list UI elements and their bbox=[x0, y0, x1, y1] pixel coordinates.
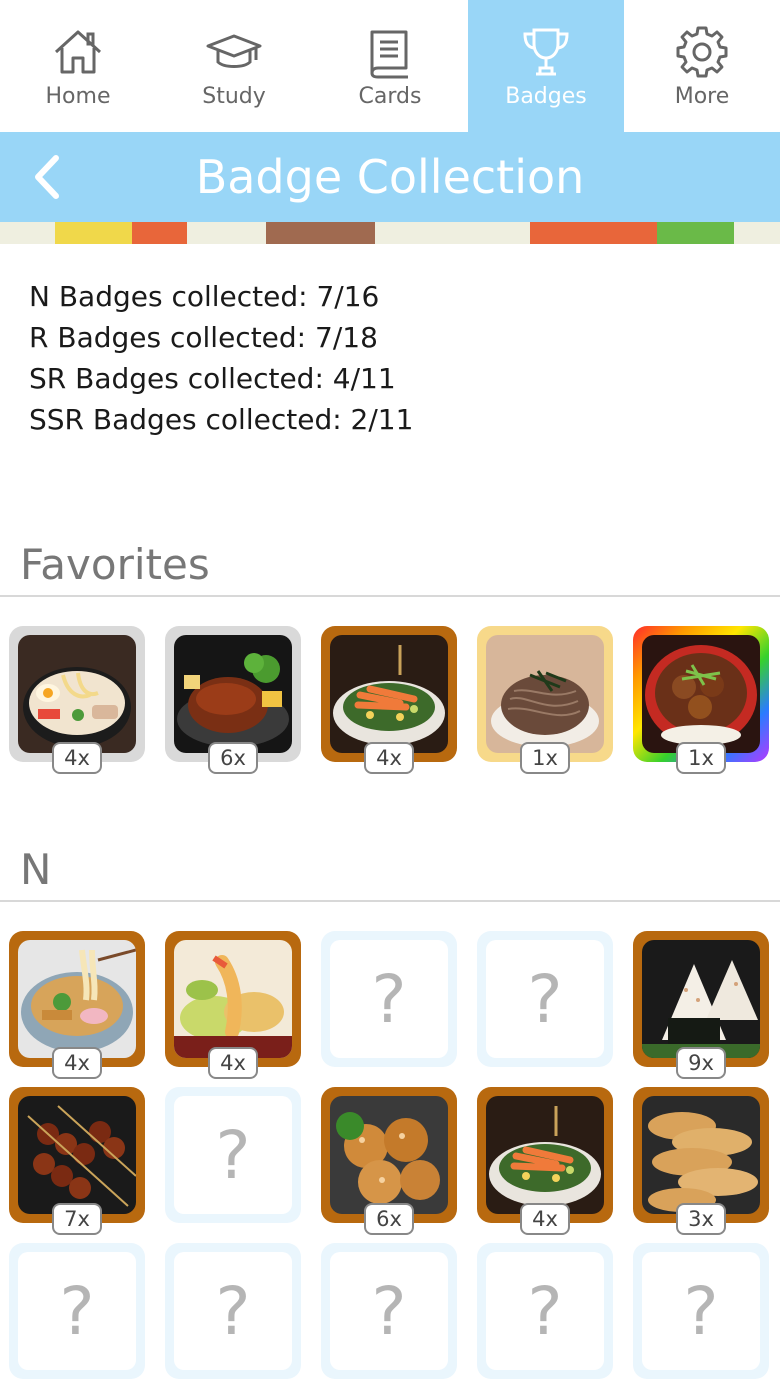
badge-count: 4x bbox=[52, 742, 102, 774]
badge-count: 9x bbox=[676, 1047, 726, 1079]
badge-count: 7x bbox=[52, 1203, 102, 1235]
badge-count: 3x bbox=[676, 1203, 726, 1235]
n-badge-7[interactable]: ? bbox=[165, 1087, 301, 1223]
beef-bowl-image bbox=[642, 635, 760, 753]
tab-bar: Home Study Cards Badges More bbox=[0, 0, 780, 132]
n-badge-9[interactable]: 4x bbox=[477, 1087, 613, 1235]
favorite-badge-4[interactable]: 1x bbox=[477, 626, 613, 774]
favorite-badge-5[interactable]: 1x bbox=[633, 626, 769, 774]
question-mark-icon: ? bbox=[683, 1272, 719, 1350]
n-badge-12[interactable]: ? bbox=[165, 1243, 301, 1379]
tab-study-label: Study bbox=[202, 84, 266, 109]
question-mark-icon: ? bbox=[371, 960, 407, 1038]
locked-badge-slot: ? bbox=[486, 940, 604, 1058]
yakitori-image bbox=[18, 1096, 136, 1214]
badge-count: 1x bbox=[676, 742, 726, 774]
question-mark-icon: ? bbox=[59, 1272, 95, 1350]
home-icon bbox=[54, 30, 102, 74]
tab-badges[interactable]: Badges bbox=[468, 0, 624, 132]
n-badge-14[interactable]: ? bbox=[477, 1243, 613, 1379]
collection-stats: N Badges collected: 7/16 R Badges collec… bbox=[29, 276, 413, 440]
favorites-divider bbox=[0, 595, 780, 597]
graduation-cap-icon bbox=[206, 34, 262, 68]
question-mark-icon: ? bbox=[215, 1272, 251, 1350]
question-mark-icon: ? bbox=[527, 1272, 563, 1350]
stat-n: N Badges collected: 7/16 bbox=[29, 280, 380, 313]
question-mark-icon: ? bbox=[215, 1116, 251, 1194]
favorites-heading: Favorites bbox=[20, 540, 210, 589]
decorative-stripe bbox=[0, 222, 780, 244]
tab-more-label: More bbox=[674, 84, 730, 109]
locked-badge-slot: ? bbox=[486, 1252, 604, 1370]
page-header: Badge Collection bbox=[0, 132, 780, 222]
n-badge-13[interactable]: ? bbox=[321, 1243, 457, 1379]
favorite-badge-1[interactable]: 4x bbox=[9, 626, 145, 774]
locked-badge-slot: ? bbox=[174, 1096, 292, 1214]
locked-badge-slot: ? bbox=[174, 1252, 292, 1370]
n-section-heading: N bbox=[20, 845, 52, 894]
badge-count: 4x bbox=[520, 1203, 570, 1235]
locked-badge-slot: ? bbox=[18, 1252, 136, 1370]
locked-badge-slot: ? bbox=[330, 940, 448, 1058]
tab-more[interactable]: More bbox=[624, 0, 780, 132]
n-badge-1[interactable]: 4x bbox=[9, 931, 145, 1079]
tab-home[interactable]: Home bbox=[0, 0, 156, 132]
n-badge-15[interactable]: ? bbox=[633, 1243, 769, 1379]
stat-r: R Badges collected: 7/18 bbox=[29, 321, 378, 354]
locked-badge-slot: ? bbox=[642, 1252, 760, 1370]
stat-ssr: SSR Badges collected: 2/11 bbox=[29, 403, 414, 436]
favorite-badge-3[interactable]: 4x bbox=[321, 626, 457, 774]
question-mark-icon: ? bbox=[527, 960, 563, 1038]
book-icon bbox=[370, 30, 408, 79]
salad-bowl-image bbox=[486, 1096, 604, 1214]
n-badge-4[interactable]: ? bbox=[477, 931, 613, 1067]
badge-count: 4x bbox=[52, 1047, 102, 1079]
n-badge-5[interactable]: 9x bbox=[633, 931, 769, 1079]
soba-image bbox=[486, 635, 604, 753]
salad-bowl-image bbox=[330, 635, 448, 753]
page-title: Badge Collection bbox=[195, 150, 585, 204]
badge-count: 6x bbox=[364, 1203, 414, 1235]
ramen-image bbox=[18, 635, 136, 753]
hamburg-steak-image bbox=[174, 635, 292, 753]
badge-count: 1x bbox=[520, 742, 570, 774]
onigiri-image bbox=[642, 940, 760, 1058]
gear-icon bbox=[676, 26, 728, 78]
gyoza-image bbox=[642, 1096, 760, 1214]
tab-cards[interactable]: Cards bbox=[312, 0, 468, 132]
n-badge-8[interactable]: 6x bbox=[321, 1087, 457, 1235]
trophy-icon bbox=[523, 28, 569, 76]
stat-sr: SR Badges collected: 4/11 bbox=[29, 362, 396, 395]
tab-cards-label: Cards bbox=[358, 84, 422, 109]
badge-count: 4x bbox=[364, 742, 414, 774]
udon-image bbox=[18, 940, 136, 1058]
tempura-image bbox=[174, 940, 292, 1058]
locked-badge-slot: ? bbox=[330, 1252, 448, 1370]
n-badge-10[interactable]: 3x bbox=[633, 1087, 769, 1235]
n-section-divider bbox=[0, 900, 780, 902]
tab-study[interactable]: Study bbox=[156, 0, 312, 132]
n-badge-6[interactable]: 7x bbox=[9, 1087, 145, 1235]
n-badge-2[interactable]: 4x bbox=[165, 931, 301, 1079]
badge-count: 4x bbox=[208, 1047, 258, 1079]
tab-badges-label: Badges bbox=[505, 84, 587, 109]
badge-count: 6x bbox=[208, 742, 258, 774]
n-badge-3[interactable]: ? bbox=[321, 931, 457, 1067]
question-mark-icon: ? bbox=[371, 1272, 407, 1350]
n-badge-11[interactable]: ? bbox=[9, 1243, 145, 1379]
tab-home-label: Home bbox=[45, 84, 111, 109]
karaage-image bbox=[330, 1096, 448, 1214]
favorite-badge-2[interactable]: 6x bbox=[165, 626, 301, 774]
